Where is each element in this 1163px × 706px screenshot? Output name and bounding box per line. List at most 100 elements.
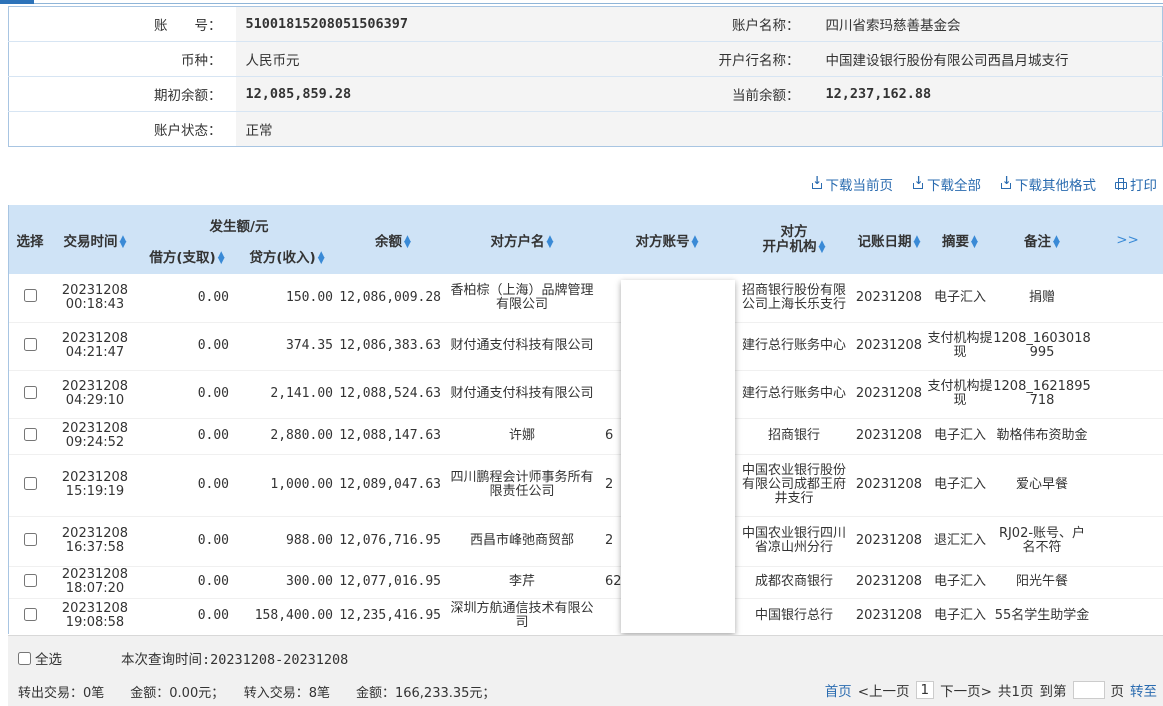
cell-spacer xyxy=(1091,418,1163,455)
download-icon xyxy=(1000,174,1012,190)
status-label: 账户状态： xyxy=(8,111,236,147)
cell-debit: 0.00 xyxy=(139,274,235,323)
cell-spacer xyxy=(1091,566,1163,599)
download-other-link[interactable]: 下载其他格式 xyxy=(1000,174,1096,194)
table-row[interactable]: 20231208 16:37:58 0.00 988.00 12,076,716.95 西… xyxy=(9,516,1163,567)
opening-balance-value: 12,085,859.28 xyxy=(235,76,586,112)
cell-credit: 2,880.00 xyxy=(235,418,339,455)
cell-credit: 158,400.00 xyxy=(235,598,339,634)
cell-post-date: 20231208 xyxy=(851,274,927,323)
cell-balance: 12,077,016.95 xyxy=(339,566,447,599)
cell-counter-bank: 中国农业银行四川省凉山州分行 xyxy=(737,516,851,567)
col-balance[interactable]: 余额 ▲ ▼ xyxy=(339,205,447,274)
col-time[interactable]: 交易时间 ▲ ▼ xyxy=(51,205,139,274)
col-credit[interactable]: 贷方(收入) ▲ ▼ xyxy=(235,238,339,274)
download-icon xyxy=(912,174,924,190)
footer-bar: 全选 本次查询时间:20231208-20231208 转出交易：0笔 金额：0… xyxy=(8,635,1163,706)
cell-balance: 12,086,009.28 xyxy=(339,274,447,323)
row-checkbox[interactable] xyxy=(23,607,37,621)
empty-cell xyxy=(815,111,1163,147)
cell-summary: 支付机构提现 xyxy=(927,322,993,371)
sort-icon: ▲ ▼ xyxy=(317,250,325,266)
col-debit[interactable]: 借方(支取) ▲ ▼ xyxy=(139,238,235,274)
row-checkbox-cell xyxy=(9,566,51,599)
table-row[interactable]: 20231208 00:18:43 0.00 150.00 12,086,009.28 香… xyxy=(9,274,1163,323)
col-remark[interactable]: 备注 ▲ ▼ xyxy=(993,205,1091,274)
currency-value: 人民币元 xyxy=(235,41,586,77)
row-checkbox[interactable] xyxy=(23,427,37,441)
sort-icon: ▲ ▼ xyxy=(404,233,411,250)
transaction-summary: 转出交易：0笔 金额：0.00元； 转入交易：8笔 金额：166,233.35元… xyxy=(18,686,496,701)
status-value: 正常 xyxy=(235,111,586,147)
cell-spacer xyxy=(1091,598,1163,634)
table-row[interactable]: 20231208 09:24:52 0.00 2,880.00 12,088,147.6… xyxy=(9,418,1163,455)
opening-balance-label: 期初余额： xyxy=(8,76,236,112)
select-all[interactable]: 全选 xyxy=(18,648,62,668)
cell-post-date: 20231208 xyxy=(851,454,927,517)
row-checkbox[interactable] xyxy=(23,337,37,351)
goto-page-input[interactable] xyxy=(1072,681,1105,699)
account-name-value: 四川省索玛慈善基金会 xyxy=(815,6,1163,42)
row-checkbox[interactable] xyxy=(23,532,37,546)
cell-balance: 12,089,047.63 xyxy=(339,454,447,517)
cell-time: 20231208 00:18:43 xyxy=(51,274,139,323)
download-all-link[interactable]: 下载全部 xyxy=(912,174,981,194)
cell-counter-bank: 建行总行账务中心 xyxy=(737,370,851,419)
sort-icon: ▲ ▼ xyxy=(691,233,699,250)
next-page[interactable]: 下一页> xyxy=(940,680,992,700)
row-checkbox-cell xyxy=(9,370,51,419)
bank-label: 开户行名称： xyxy=(585,41,816,77)
print-link[interactable]: 打印 xyxy=(1115,174,1157,194)
row-checkbox[interactable] xyxy=(23,476,37,490)
col-counterparty[interactable]: 对方户名 ▲ ▼ xyxy=(447,205,597,274)
account-no-label: 账 号： xyxy=(8,6,236,42)
col-summary[interactable]: 摘要 ▲ ▼ xyxy=(927,205,993,274)
cell-post-date: 20231208 xyxy=(851,566,927,599)
cell-counterparty: 许娜 xyxy=(447,418,597,455)
more-columns-button[interactable]: >> xyxy=(1091,205,1163,274)
cell-post-date: 20231208 xyxy=(851,418,927,455)
cell-credit: 2,141.00 xyxy=(235,370,339,419)
sort-icon: ▲ ▼ xyxy=(217,250,225,266)
row-checkbox[interactable] xyxy=(23,573,37,587)
empty-cell xyxy=(585,111,816,147)
select-all-checkbox[interactable] xyxy=(18,651,31,665)
download-page-link[interactable]: 下载当前页 xyxy=(811,174,893,194)
table-row[interactable]: 20231208 15:19:19 0.00 1,000.00 12,089,047.6… xyxy=(9,454,1163,517)
cell-spacer xyxy=(1091,370,1163,419)
active-tab-indicator[interactable] xyxy=(0,0,34,4)
cell-counter-bank: 中国农业银行股份有限公司成都王府井支行 xyxy=(737,454,851,517)
cell-counterparty: 财付通支付科技有限公司 xyxy=(447,370,597,419)
account-name-label: 账户名称： xyxy=(585,6,816,42)
row-checkbox-cell xyxy=(9,598,51,634)
account-info-table: 账 号： 51001815208051506397 账户名称： 四川省索玛慈善基… xyxy=(8,6,1163,147)
cell-summary: 退汇汇入 xyxy=(927,516,993,567)
row-checkbox[interactable] xyxy=(23,289,37,303)
col-post-date[interactable]: 记账日期 ▲ ▼ xyxy=(851,205,927,274)
row-checkbox-cell xyxy=(9,322,51,371)
cell-remark: 1208_1621895718 xyxy=(993,370,1091,419)
row-checkbox[interactable] xyxy=(23,385,37,399)
cell-time: 20231208 19:08:58 xyxy=(51,598,139,634)
first-page-link[interactable]: 首页 xyxy=(825,680,852,700)
table-row[interactable]: 20231208 18:07:20 0.00 300.00 12,077,016.95 李… xyxy=(9,566,1163,599)
cell-debit: 0.00 xyxy=(139,370,235,419)
jump-button[interactable]: 转至 xyxy=(1130,680,1157,700)
col-counter-bank[interactable]: 对方 开户机构 ▲ ▼ xyxy=(737,205,851,274)
goto-label: 到第 xyxy=(1039,684,1067,700)
cell-time: 20231208 04:29:10 xyxy=(51,370,139,419)
row-checkbox-cell xyxy=(9,274,51,323)
col-counter-account[interactable]: 对方账号 ▲ ▼ xyxy=(597,205,737,274)
current-balance-label: 当前余额： xyxy=(585,76,816,112)
table-row[interactable]: 20231208 04:21:47 0.00 374.35 12,086,383.63 财… xyxy=(9,322,1163,371)
table-row[interactable]: 20231208 19:08:58 0.00 158,400.00 12,235,416… xyxy=(9,598,1163,634)
download-icon xyxy=(811,174,823,190)
prev-page[interactable]: <上一页 xyxy=(858,680,910,700)
sort-icon: ▲ ▼ xyxy=(546,233,554,250)
cell-spacer xyxy=(1091,516,1163,567)
cell-debit: 0.00 xyxy=(139,566,235,599)
table-row[interactable]: 20231208 04:29:10 0.00 2,141.00 12,088,524.6… xyxy=(9,370,1163,419)
sort-icon: ▲ ▼ xyxy=(119,233,127,250)
cell-summary: 支付机构提现 xyxy=(927,370,993,419)
cell-counterparty: 香柏棕（上海）品牌管理有限公司 xyxy=(447,274,597,323)
